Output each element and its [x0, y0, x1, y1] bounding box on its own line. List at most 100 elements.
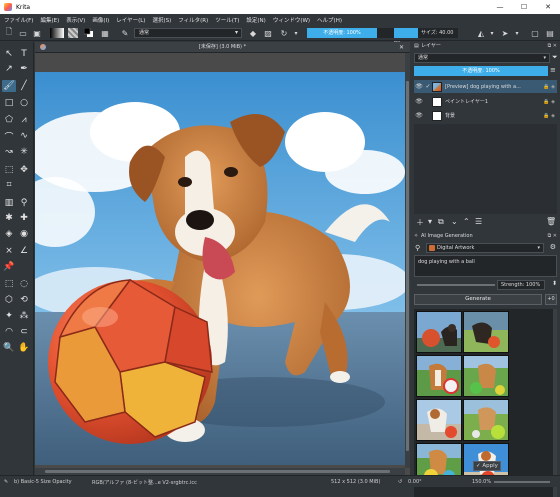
new-document-icon[interactable]: 🗋	[4, 27, 14, 38]
brush-preview-icon[interactable]: ✎	[120, 28, 130, 38]
save-icon[interactable]: ▣	[32, 28, 42, 38]
blend-mode-select[interactable]: 通常	[134, 28, 242, 38]
generated-image-thumbnail[interactable]	[463, 399, 509, 441]
color-picker-tool-icon[interactable]: ⚲	[17, 197, 31, 209]
freehand-path-tool-icon[interactable]: ∿	[17, 130, 31, 142]
layer-row[interactable]: 👁 ✓ [Preview] dog playing with a... 🔒 ◈	[414, 80, 557, 93]
menu-layer[interactable]: レイヤー(L)	[116, 16, 145, 24]
layer-properties-icon[interactable]: 🔒 ◈	[543, 84, 555, 90]
maximize-button[interactable]: ☐	[512, 0, 536, 14]
strength-field[interactable]: Strength: 100%	[497, 280, 545, 290]
move-up-icon[interactable]: ⌃	[463, 217, 470, 226]
minimize-button[interactable]: —	[488, 0, 512, 14]
polygonal-selection-tool-icon[interactable]: ⬡	[2, 294, 16, 306]
zoom-tool-icon[interactable]: 🔍	[2, 342, 16, 354]
pan-tool-icon[interactable]: ✋	[17, 342, 31, 354]
close-button[interactable]: ✕	[536, 0, 560, 14]
canvas-image[interactable]	[35, 72, 405, 465]
layer-blend-mode-select[interactable]: 通常	[414, 53, 550, 63]
vertical-scrollbar[interactable]	[405, 53, 410, 468]
edit-shapes-tool-icon[interactable]: ↗	[2, 63, 16, 75]
assistant-tool-icon[interactable]: ⨯	[2, 245, 16, 257]
generated-image-thumbnail[interactable]	[463, 355, 509, 397]
layer-properties-icon[interactable]: 🔒 ◈	[543, 113, 555, 119]
generate-button[interactable]: Generate	[414, 294, 542, 305]
calligraphy-tool-icon[interactable]: ✒	[17, 63, 31, 75]
preserve-alpha-icon[interactable]: ▨	[263, 28, 273, 38]
bezier-selection-tool-icon[interactable]: ◠	[2, 326, 16, 338]
wrap-around-icon[interactable]: ▢	[530, 28, 540, 38]
freehand-selection-tool-icon[interactable]: ⟲	[17, 294, 31, 306]
dynamic-brush-tool-icon[interactable]: ↝	[2, 146, 16, 158]
similar-color-selection-tool-icon[interactable]: ⁂	[17, 310, 31, 322]
layer-opacity-slider[interactable]: 不透明度: 100%	[414, 66, 548, 76]
spin-arrows-icon[interactable]: ⬍	[552, 280, 557, 287]
check-icon[interactable]: ✓	[424, 83, 432, 90]
layer-properties-menu-icon[interactable]: ☰	[475, 217, 482, 226]
menu-select[interactable]: 選択(S)	[152, 16, 171, 24]
move-tool-icon[interactable]: ✥	[17, 164, 31, 176]
opacity-slider[interactable]: 不透明度: 100%	[307, 28, 395, 38]
status-zoom[interactable]: 150.0%	[472, 479, 491, 485]
status-rotation[interactable]: 0.00°	[408, 479, 422, 485]
gradient-swatch-icon[interactable]	[50, 28, 64, 38]
eye-icon[interactable]: 👁	[414, 112, 424, 119]
eraser-icon[interactable]: ◆	[248, 28, 258, 38]
zoom-slider[interactable]	[494, 481, 550, 483]
gear-icon[interactable]: ⚙	[550, 243, 556, 251]
menu-icon[interactable]: ≡	[550, 66, 556, 74]
canvas-area[interactable]: [未保存] (3.0 MiB) * ✕	[35, 42, 410, 475]
add-layer-icon[interactable]: ＋	[416, 217, 424, 228]
brush-preset-icon[interactable]: ▦	[100, 28, 110, 38]
menu-help[interactable]: ヘルプ(H)	[317, 16, 342, 24]
rectangle-tool-icon[interactable]: □	[2, 97, 16, 109]
panel-float-close-icon[interactable]: ⧉ ✕	[548, 232, 557, 241]
status-brush-preset[interactable]: b) Basic-5 Size Opacity	[14, 479, 72, 485]
rectangular-selection-tool-icon[interactable]: ⬚	[2, 278, 16, 290]
menu-filter[interactable]: フィルタ(R)	[178, 16, 208, 24]
polyline-tool-icon[interactable]: ⩘	[17, 114, 31, 126]
chevron-down-icon[interactable]: ▾	[512, 28, 522, 38]
menu-view[interactable]: 表示(V)	[66, 16, 85, 24]
eye-icon[interactable]: 👁	[414, 98, 424, 105]
reload-preset-icon[interactable]: ↻	[279, 28, 289, 38]
reference-images-tool-icon[interactable]: 📌	[2, 261, 16, 273]
menu-settings[interactable]: 設定(N)	[246, 16, 265, 24]
delete-layer-icon[interactable]: 🗑	[546, 217, 556, 226]
bezier-tool-icon[interactable]: ⌒	[2, 130, 16, 143]
polygon-tool-icon[interactable]: ⬠	[2, 114, 16, 126]
layer-row[interactable]: 👁 ペイントレイヤー1 🔒 ◈	[414, 95, 557, 108]
connection-icon[interactable]: ⚲	[415, 244, 420, 252]
menu-window[interactable]: ウィンドウ(W)	[273, 16, 310, 24]
transform-tool-icon[interactable]: ⬚	[2, 164, 16, 176]
generated-image-thumbnail[interactable]	[416, 311, 462, 353]
mirror-vertical-icon[interactable]: ➤	[500, 28, 510, 38]
menu-image[interactable]: 画像(I)	[92, 16, 109, 24]
filter-icon[interactable]: ⏷	[552, 53, 558, 62]
panel-float-close-icon[interactable]: ⧉ ✕	[548, 42, 557, 51]
freehand-brush-tool-icon[interactable]: 🖌	[2, 80, 16, 92]
mirror-horizontal-icon[interactable]: ◭	[476, 28, 486, 38]
document-tab[interactable]: [未保存] (3.0 MiB) * ✕	[35, 42, 410, 53]
queue-count-button[interactable]: +0	[545, 294, 557, 305]
crop-tool-icon[interactable]: ⌗	[2, 179, 16, 191]
ellipse-tool-icon[interactable]: ○	[17, 97, 31, 109]
menu-tools[interactable]: ツール(T)	[215, 16, 239, 24]
multibrush-tool-icon[interactable]: ✳	[17, 146, 31, 158]
gradient-tool-icon[interactable]: ▥	[2, 197, 16, 209]
chevron-down-icon[interactable]: ▾	[487, 28, 497, 38]
measure-tool-icon[interactable]: ∠	[17, 245, 31, 257]
apply-button[interactable]: ✓ Apply	[473, 461, 501, 471]
prompt-input[interactable]: dog playing with a ball	[414, 255, 557, 277]
menu-edit[interactable]: 編集(E)	[40, 16, 59, 24]
generated-image-thumbnail[interactable]	[463, 311, 509, 353]
smart-patch-tool-icon[interactable]: ✚	[17, 212, 31, 224]
elliptical-selection-tool-icon[interactable]: ◌	[17, 278, 31, 290]
text-tool-icon[interactable]: T	[17, 48, 31, 60]
line-tool-icon[interactable]: ╱	[17, 80, 31, 92]
generated-image-thumbnail[interactable]	[416, 355, 462, 397]
layer-row[interactable]: 👁 背景 🔒 ◈	[414, 109, 557, 122]
open-folder-icon[interactable]: ▭	[18, 28, 28, 38]
model-select[interactable]: Digital Artwork	[426, 243, 544, 253]
size-slider[interactable]: サイズ: 40.00 px	[394, 28, 458, 46]
